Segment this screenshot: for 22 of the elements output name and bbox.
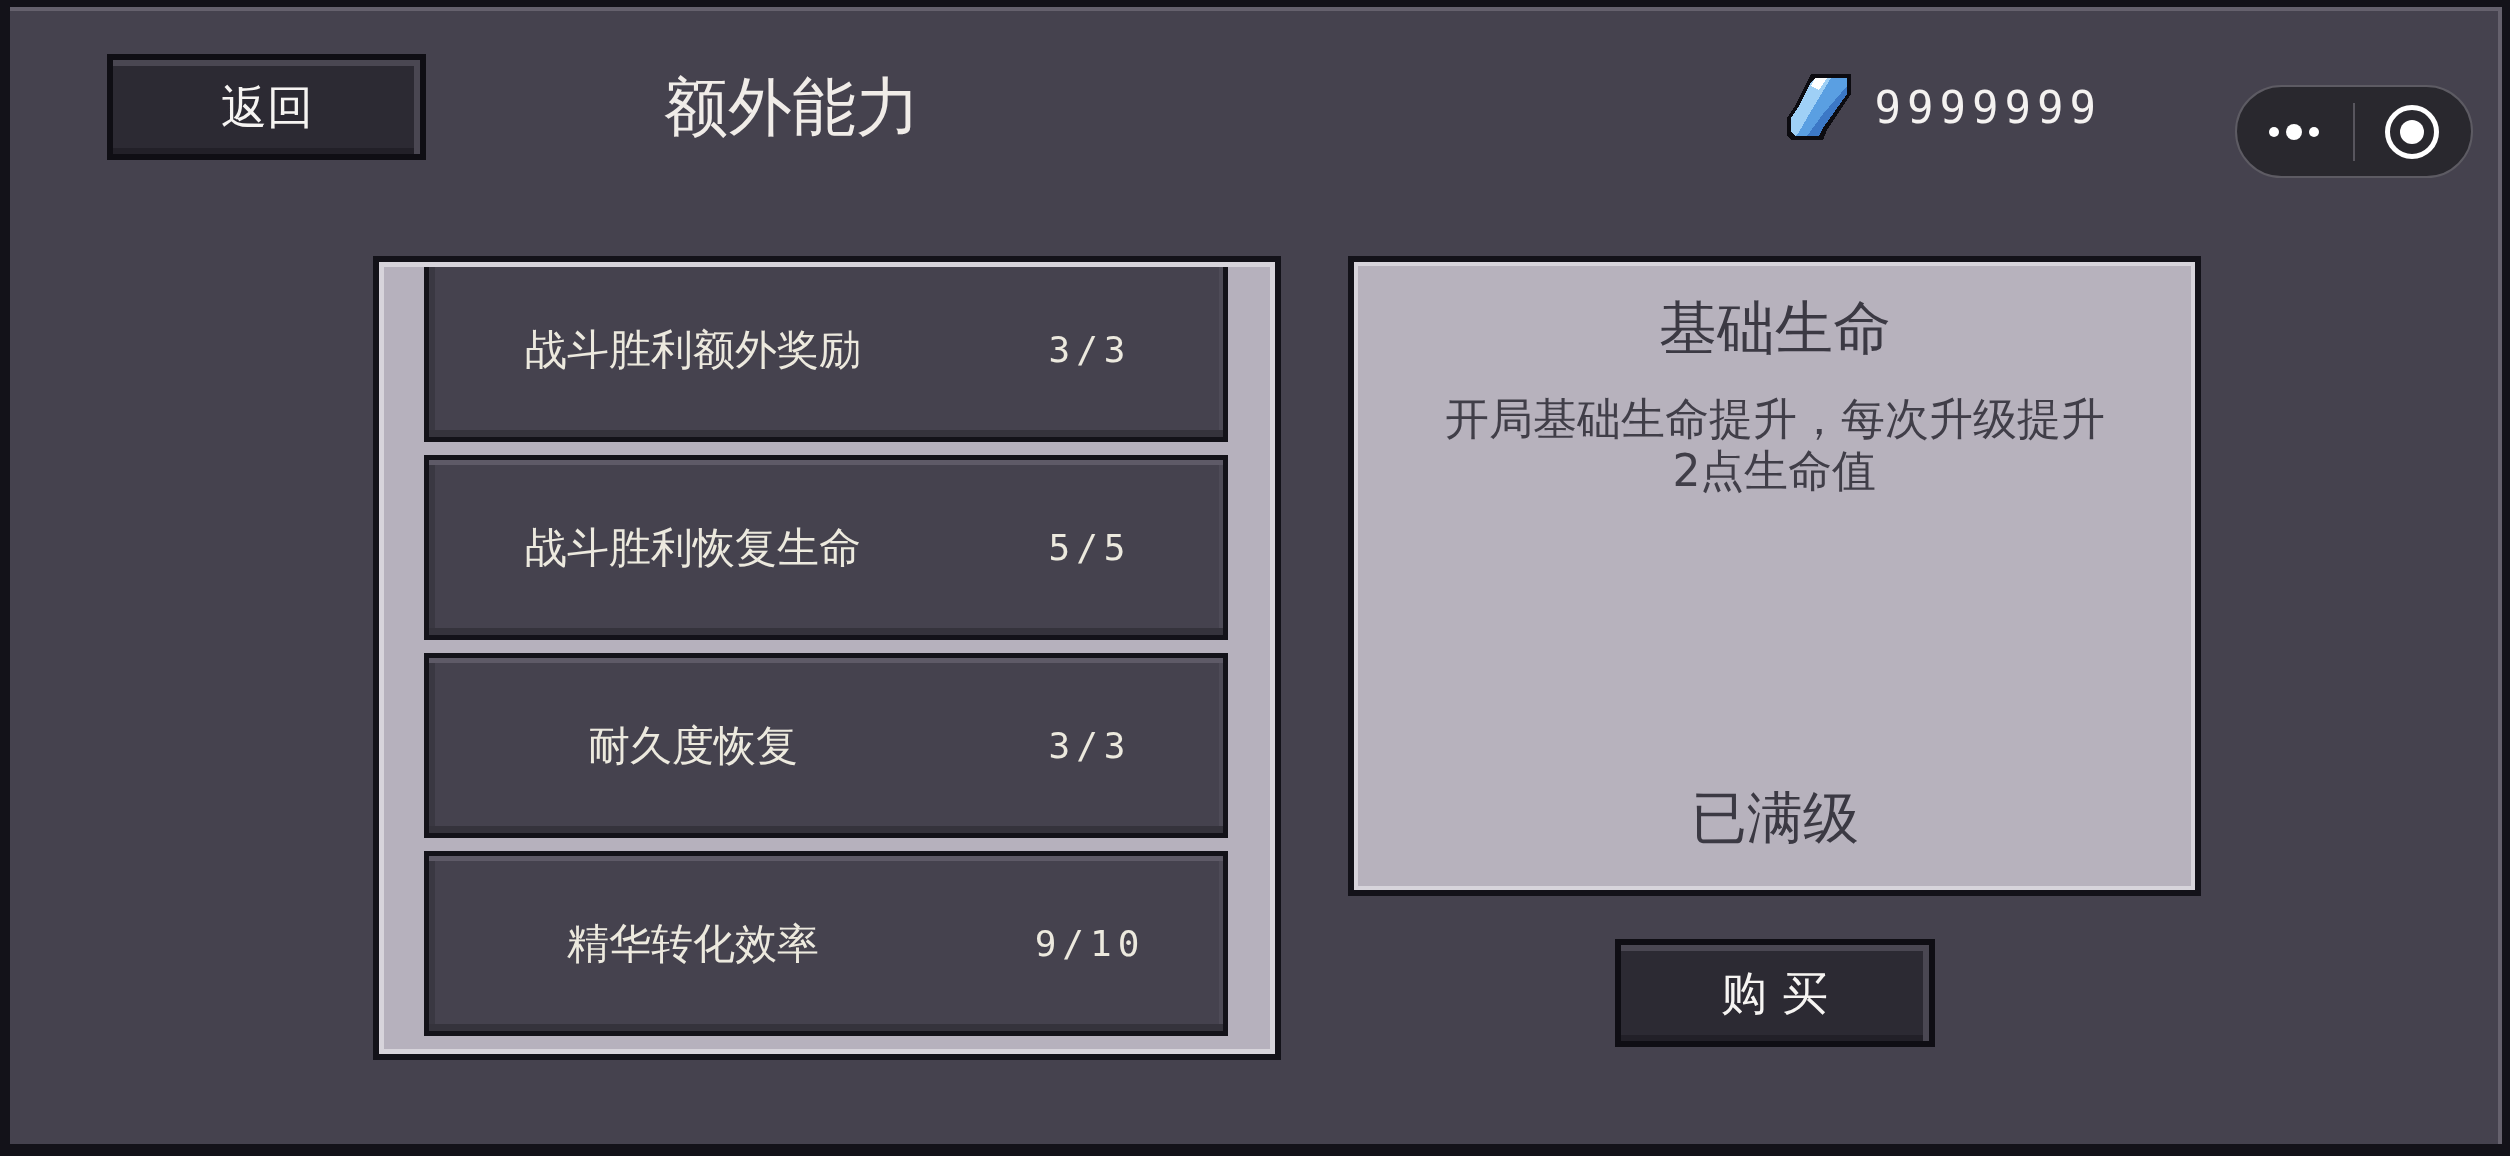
ability-item[interactable]: 精华转化效率 9/10 xyxy=(424,851,1228,1036)
ability-count: 9/10 xyxy=(1034,923,1146,964)
detail-title: 基础生命 xyxy=(1658,293,1891,363)
buy-button[interactable]: 购 买 xyxy=(1614,939,1935,1047)
ability-count: 3/3 xyxy=(1048,725,1132,766)
back-button[interactable]: 返回 xyxy=(107,54,426,160)
ability-item[interactable]: 战斗胜利恢复生命 5/5 xyxy=(424,455,1228,640)
ability-name: 战斗胜利恢复生命 xyxy=(525,521,861,574)
ability-item[interactable]: 战斗胜利额外奖励 3/3 xyxy=(424,267,1228,442)
ability-name: 耐久度恢复 xyxy=(588,719,798,772)
currency-amount: 9999999 xyxy=(1874,81,2102,133)
page-title: 额外能力 xyxy=(664,68,920,146)
detail-description: 开局基础生命提升，每次升级提升2点生命值 xyxy=(1443,393,2106,497)
ability-count: 3/3 xyxy=(1048,329,1132,370)
crystal-icon xyxy=(1786,74,1851,140)
ability-name: 精华转化效率 xyxy=(567,917,819,970)
ability-name: 战斗胜利额外奖励 xyxy=(525,323,861,376)
circle-dot-icon[interactable] xyxy=(2385,104,2439,159)
max-level-label: 已满级 xyxy=(1690,784,1859,852)
ability-count: 5/5 xyxy=(1048,527,1132,568)
more-icon[interactable] xyxy=(2269,123,2319,140)
ability-item[interactable]: 耐久度恢复 3/3 xyxy=(424,653,1228,838)
